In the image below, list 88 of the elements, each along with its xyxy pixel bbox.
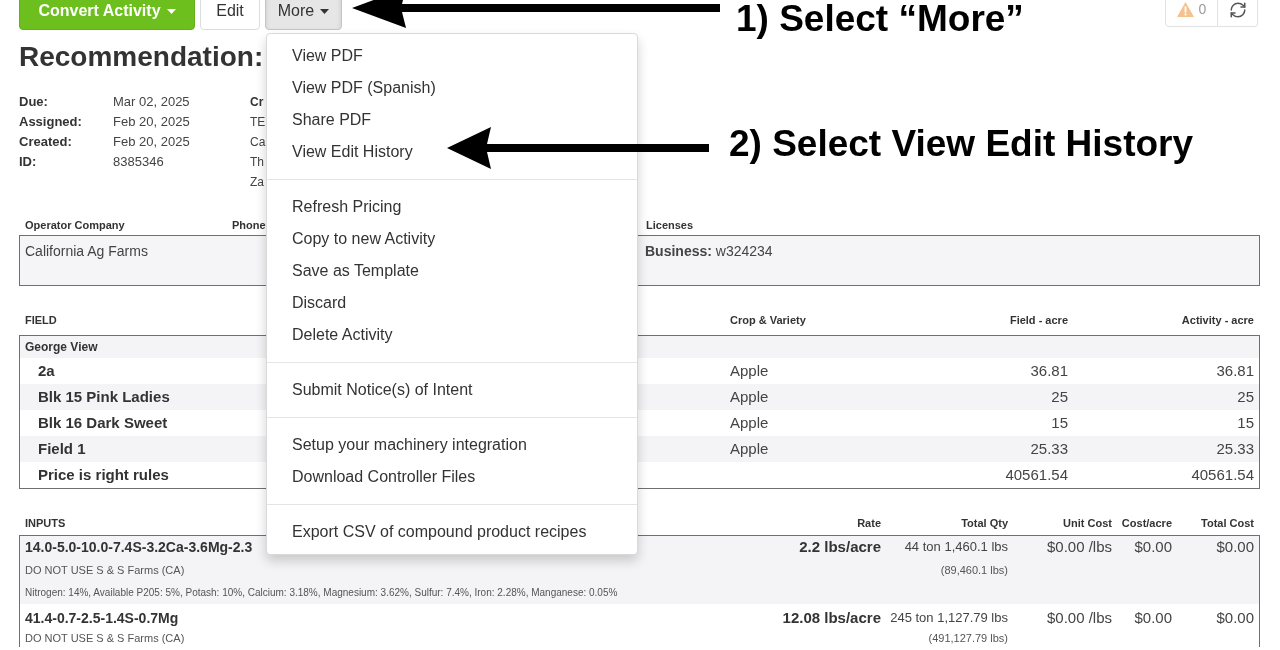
field-name: Price is right rules — [37, 464, 169, 485]
column-header: Crop & Variety — [729, 313, 806, 327]
product-name: 41.4-0.7-2.5-1.4S-0.7Mg — [24, 609, 179, 628]
instruction-text: 1) Select “More” — [736, 0, 1024, 37]
cost-cell-text: $0.00 — [1134, 537, 1172, 557]
detail-label: Cr — [250, 94, 264, 111]
detail-label: ID: — [19, 153, 37, 171]
quantity-detail: (491,127.79 lbs) — [928, 631, 1008, 646]
field-name: Blk 15 Pink Ladies — [37, 386, 170, 407]
toolbar-button[interactable]: Edit — [200, 0, 260, 30]
quantity-detail: (89,460.1 lbs) — [940, 563, 1008, 578]
field-name: Blk 16 Dark Sweet — [37, 412, 168, 433]
menu-item[interactable]: Refresh Pricing — [267, 191, 637, 223]
menu-item[interactable]: View PDF (Spanish) — [267, 72, 637, 104]
quantity-cell-text: 245 ton 1,127.79 lbs — [890, 609, 1008, 627]
field-name: Field 1 — [37, 438, 86, 459]
group-name: George View — [24, 339, 98, 356]
column-header: Rate — [857, 516, 881, 530]
detail-value: Feb 20, 2025 — [113, 113, 190, 131]
acreage-cell-text: 15 — [1051, 412, 1069, 433]
acreage-cell-text: 25.33 — [1030, 438, 1069, 459]
refresh-button[interactable] — [1218, 0, 1258, 27]
crop-cell-text: Apple — [729, 438, 769, 459]
contact-value: Business: w324234 — [645, 243, 773, 259]
cost-cell-text: $0.00 — [1134, 608, 1172, 628]
detail-value: Feb 20, 2025 — [113, 133, 190, 151]
caret-icon — [166, 8, 176, 14]
acreage-cell-text: 25.33 — [1216, 438, 1255, 459]
acreage-cell-text: 15 — [1237, 412, 1255, 433]
page-title: Recommendation: — [19, 40, 264, 74]
warning-icon — [1176, 2, 1194, 17]
acreage-cell-text: 36.81 — [1030, 360, 1069, 381]
crop-cell-text: Apple — [729, 412, 769, 433]
cost-cell-text: $0.00 — [1216, 608, 1255, 628]
nutrient-analysis: Nitrogen: 14%, Available P205: 5%, Potash: 10%, Calcium: 3.18%, Magnesium: 3.62%, Sulfur: 7.4%, Iron: 2.28%, Manganese: 0.05% — [24, 586, 618, 600]
detail-value: 8385346 — [113, 153, 164, 171]
menu-item[interactable]: Download Controller Files — [267, 461, 637, 493]
acreage-cell-text: 36.81 — [1216, 360, 1255, 381]
crop-cell-text: Apple — [729, 360, 769, 381]
detail-label: Due: — [19, 93, 48, 111]
detail-value: Ca — [250, 134, 266, 151]
contact-value: California Ag Farms — [25, 243, 148, 259]
detail-value: TE — [250, 114, 266, 131]
column-header: Cost/acre — [1121, 516, 1172, 530]
quantity-cell-text: 44 ton 1,460.1 lbs — [904, 538, 1008, 556]
menu-item[interactable]: Share PDF — [267, 104, 637, 136]
column-header: Activity - acre — [1181, 313, 1255, 327]
rate-cell-text: 12.08 lbs/acre — [782, 608, 881, 628]
detail-value: Za — [250, 174, 264, 191]
acreage-cell-text: 40561.54 — [1191, 464, 1255, 485]
rate-cell-text: 2.2 lbs/acre — [799, 537, 881, 557]
menu-item[interactable]: View Edit History — [267, 136, 637, 168]
caret-icon — [320, 8, 330, 14]
detail-label: Assigned: — [19, 113, 82, 131]
menu-item[interactable]: Submit Notice(s) of Intent — [267, 374, 637, 406]
supplier-name: DO NOT USE S & S Farms (CA) — [24, 631, 185, 646]
menu-item[interactable]: Save as Template — [267, 255, 637, 287]
detail-value: Th — [250, 154, 264, 171]
product-name: 14.0-5.0-10.0-7.4S-3.2Ca-3.6Mg-2.3 — [24, 538, 253, 557]
acreage-cell-text: 25 — [1051, 386, 1069, 407]
detail-label: Created: — [19, 133, 72, 151]
refresh-icon — [1228, 0, 1247, 19]
menu-item[interactable]: Delete Activity — [267, 319, 637, 351]
column-header: Total Qty — [961, 516, 1008, 530]
column-header: Field - acre — [1009, 313, 1069, 327]
cost-cell-text: $0.00 — [1216, 537, 1255, 557]
column-header: Unit Cost — [1063, 516, 1112, 530]
column-header: Licenses — [645, 218, 694, 232]
acreage-cell-text: 25 — [1237, 386, 1255, 407]
instruction-text: 2) Select View Edit History — [729, 125, 1194, 162]
column-header: Operator Company — [24, 218, 125, 232]
supplier-name: DO NOT USE S & S Farms (CA) — [24, 563, 185, 578]
menu-item[interactable]: Copy to new Activity — [267, 223, 637, 255]
column-header: Total Cost — [1201, 516, 1255, 530]
menu-button[interactable]: More — [265, 0, 342, 30]
menu-item[interactable]: Setup your machinery integration — [267, 429, 637, 461]
menu-item[interactable]: Discard — [267, 287, 637, 319]
acreage-cell-text: 40561.54 — [1005, 464, 1069, 485]
unit-cost-cell-text: $0.00 /lbs — [1046, 608, 1112, 628]
crop-cell-text: Apple — [729, 386, 769, 407]
column-header: FIELD — [24, 313, 57, 327]
field-name: 2a — [37, 360, 55, 381]
detail-value: Mar 02, 2025 — [113, 93, 190, 111]
menu-item[interactable]: Export CSV of compound product recipes — [267, 516, 637, 548]
column-header: INPUTS — [24, 516, 66, 530]
unit-cost-cell-text: $0.00 /lbs — [1046, 537, 1112, 557]
menu-item[interactable]: View PDF — [267, 40, 637, 72]
column-header: Phone — [231, 218, 266, 232]
